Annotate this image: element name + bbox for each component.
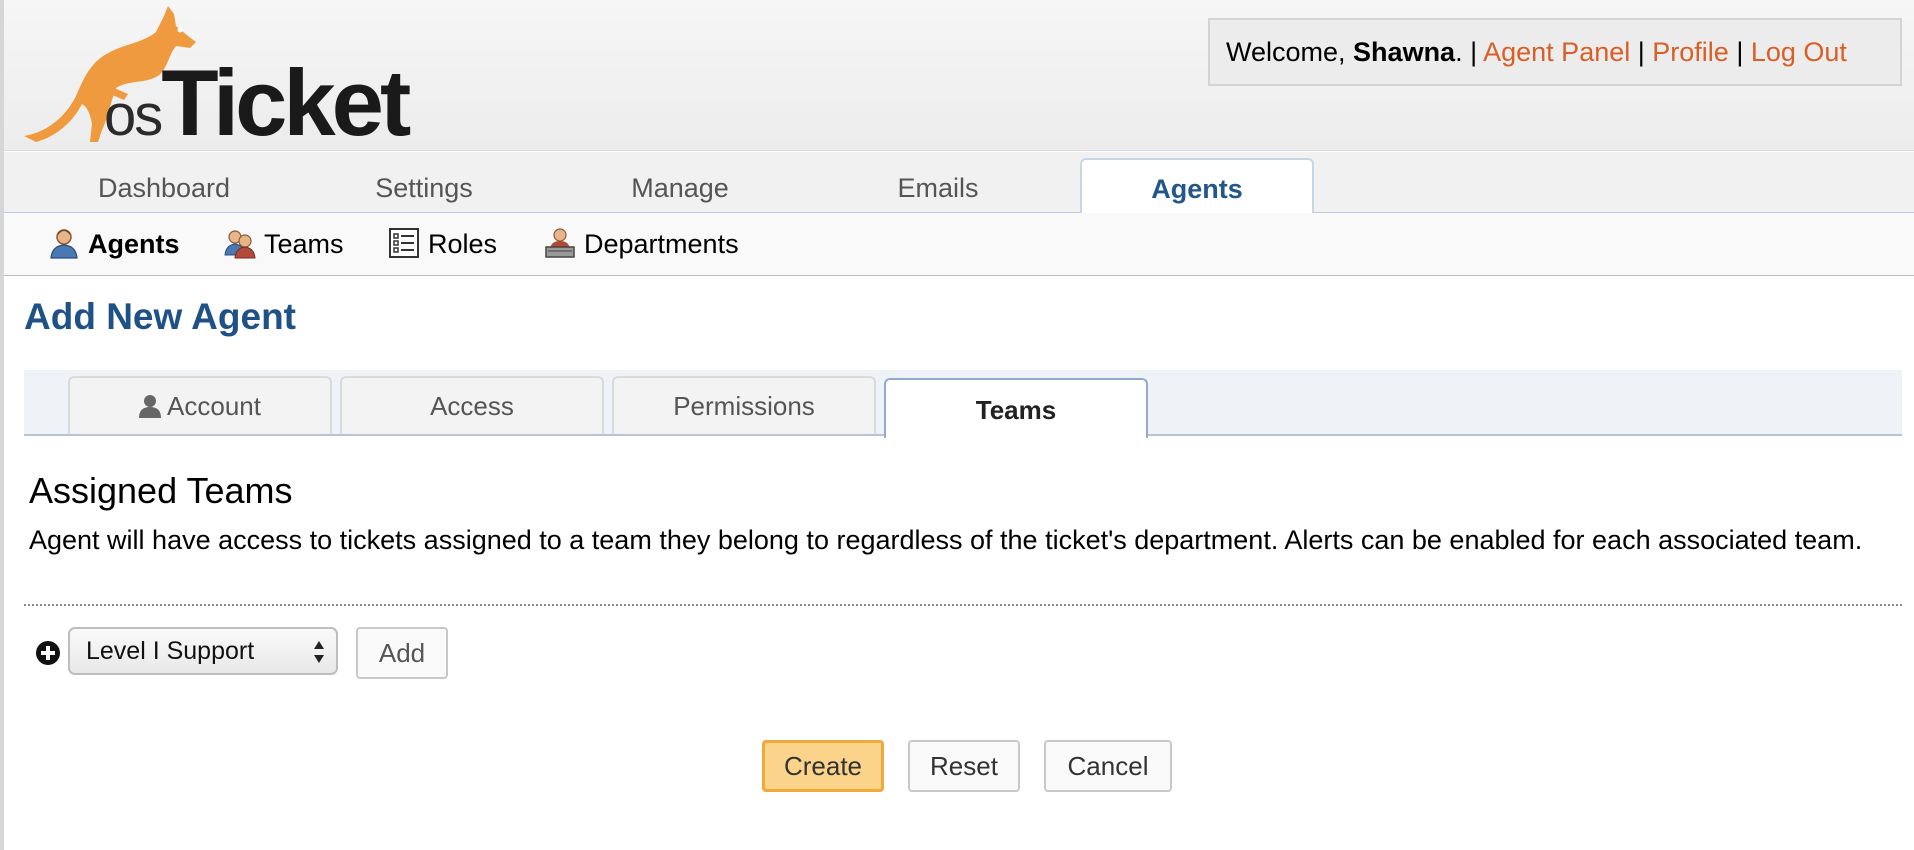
separator: | <box>1728 37 1751 67</box>
profile-link[interactable]: Profile <box>1652 37 1729 67</box>
create-button[interactable]: Create <box>762 740 884 792</box>
select-arrows-icon <box>314 641 324 663</box>
section-description: Agent will have access to tickets assign… <box>29 525 1863 555</box>
subnav-agents[interactable]: Agents <box>48 213 198 275</box>
agent-icon <box>50 229 78 259</box>
main-nav: Dashboard Settings Manage Emails Agents <box>4 152 1914 213</box>
person-icon <box>139 395 162 418</box>
tab-permissions[interactable]: Permissions <box>612 376 876 434</box>
tab-account[interactable]: Account <box>68 376 332 434</box>
subnav-label: Roles <box>428 229 498 259</box>
roles-list-icon <box>389 228 419 258</box>
welcome-suffix: . <box>1455 37 1463 67</box>
welcome-text: Welcome, <box>1226 37 1354 67</box>
page-title: Add New Agent <box>24 296 297 337</box>
subnav-label: Agents <box>88 229 180 259</box>
app-window: osTicket Welcome, Shawna. | Agent Panel … <box>0 0 1914 850</box>
team-select[interactable]: Level I Support <box>68 627 338 675</box>
reset-button[interactable]: Reset <box>908 740 1020 792</box>
tab-teams[interactable]: Teams <box>884 378 1148 438</box>
user-welcome-box: Welcome, Shawna. | Agent Panel | Profile… <box>1208 18 1902 86</box>
tab-dashboard[interactable]: Dashboard <box>44 152 284 212</box>
sub-nav: Agents Teams Roles Departments <box>4 213 1914 276</box>
subnav-departments[interactable]: Departments <box>544 213 764 275</box>
divider <box>24 604 1902 606</box>
subnav-teams[interactable]: Teams <box>224 213 364 275</box>
subnav-label: Teams <box>264 229 344 259</box>
department-icon <box>545 228 575 258</box>
cancel-button[interactable]: Cancel <box>1044 740 1172 792</box>
plus-circle-icon[interactable] <box>35 640 61 666</box>
tab-label: Account <box>167 391 261 421</box>
tab-agents[interactable]: Agents <box>1080 158 1314 213</box>
section-title: Assigned Teams <box>29 470 293 511</box>
separator: | <box>1630 37 1653 67</box>
teams-icon <box>224 230 256 259</box>
tab-manage[interactable]: Manage <box>560 152 800 212</box>
tab-settings[interactable]: Settings <box>304 152 544 212</box>
subnav-roles[interactable]: Roles <box>388 213 518 275</box>
tab-emails[interactable]: Emails <box>818 152 1058 212</box>
user-name: Shawna <box>1353 37 1456 67</box>
logo-os-text: os <box>104 83 163 148</box>
logo-ticket-text: Ticket <box>161 50 411 155</box>
subnav-label: Departments <box>584 229 739 259</box>
header: osTicket Welcome, Shawna. | Agent Panel … <box>4 0 1914 151</box>
agent-form-tabs: Account Access Permissions Teams <box>24 370 1902 438</box>
logo-wordmark: osTicket <box>104 56 411 150</box>
separator: | <box>1462 37 1484 67</box>
team-select-value: Level I Support <box>86 637 255 665</box>
agent-panel-link[interactable]: Agent Panel <box>1483 37 1630 67</box>
add-team-button[interactable]: Add <box>356 627 448 679</box>
tab-access[interactable]: Access <box>340 376 604 434</box>
osticket-logo[interactable]: osTicket <box>18 4 438 150</box>
log-out-link[interactable]: Log Out <box>1751 37 1847 67</box>
